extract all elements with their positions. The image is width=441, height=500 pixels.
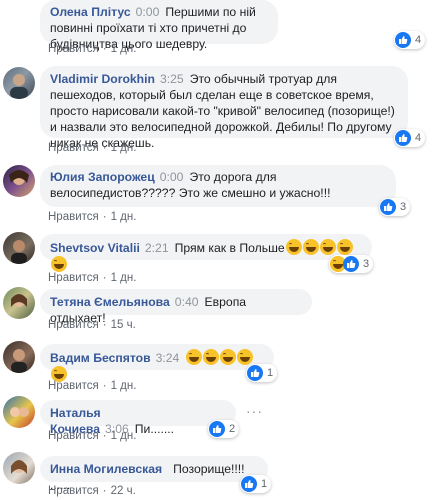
reaction-count: 4 xyxy=(415,34,422,46)
like-link[interactable]: Нравится xyxy=(48,430,99,442)
comment-bubble: Олена Плітус 0:00 Першими по ній повинні п… xyxy=(40,0,278,51)
comment-author[interactable]: Vladimir Dorokhin xyxy=(50,72,155,86)
separator-dot: · xyxy=(102,485,107,497)
reaction-summary[interactable]: 4 xyxy=(394,129,426,147)
comment-bubble: Вадим Беспятов 3:24 xyxy=(40,344,274,382)
reaction-summary[interactable]: 3 xyxy=(329,255,374,273)
laughing-emoji xyxy=(302,239,319,255)
separator-dot: · xyxy=(102,430,107,442)
reaction-count: 2 xyxy=(229,423,236,435)
comment-bubble: Юлия Запорожец 0:00 Это дорога для велосип… xyxy=(40,165,396,207)
comment-bubble: Наталья Кочиева 3:06 Пи....... xyxy=(40,400,236,436)
avatar[interactable] xyxy=(3,452,35,484)
reaction-count: 4 xyxy=(415,132,422,144)
comment-bubble: Shevtsov Vitalii 2:21 Прям как в Польше xyxy=(40,234,372,272)
separator-dot: · xyxy=(102,380,107,392)
laughing-emoji xyxy=(285,239,302,255)
comment-bubble: Тетяна Ємельянова 0:40 Европа отдыхает! xyxy=(40,289,312,325)
comment-actions: Нравится · 1 дн. xyxy=(48,430,136,442)
like-link[interactable]: Нравится xyxy=(48,485,99,497)
comment-actions: Нравится · 1 дн. xyxy=(48,272,136,284)
comment-age[interactable]: 1 дн. xyxy=(111,380,137,392)
reaction-summary[interactable]: 3 xyxy=(379,198,411,216)
separator-dot: · xyxy=(102,142,107,154)
laughing-emoji xyxy=(220,349,237,365)
reaction-count: 1 xyxy=(261,478,268,490)
like-link[interactable]: Нравится xyxy=(48,211,99,223)
like-icon xyxy=(380,199,396,215)
like-icon xyxy=(395,130,411,146)
comment-author[interactable]: Вадим Беспятов xyxy=(50,351,151,365)
laughing-emoji xyxy=(186,349,203,365)
comment-actions: Нравится · 1 дн. xyxy=(48,211,136,223)
reaction-summary[interactable]: 2 xyxy=(208,420,240,438)
like-icon xyxy=(209,421,225,437)
reaction-summary[interactable]: 1 xyxy=(240,475,272,493)
like-link[interactable]: Нравится xyxy=(48,380,99,392)
avatar[interactable] xyxy=(3,232,35,264)
laughing-emoji xyxy=(51,256,67,272)
separator-dot: · xyxy=(102,272,107,284)
comment-actions: Нравится · 15 ч. xyxy=(48,319,136,331)
comment-age[interactable]: 15 ч. xyxy=(111,319,136,331)
laughing-emoji xyxy=(319,239,336,255)
reaction-count: 3 xyxy=(400,201,407,213)
comment-age[interactable]: 1 дн. xyxy=(111,43,137,55)
comment-time[interactable]: 0:40 xyxy=(175,295,199,309)
comment-age[interactable]: 1 дн. xyxy=(111,142,137,154)
comment-age[interactable]: 1 дн. xyxy=(111,272,137,284)
comment-actions: Нравится · 1 дн. xyxy=(48,142,136,154)
like-link[interactable]: Нравится xyxy=(48,319,99,331)
like-icon xyxy=(247,365,263,381)
reaction-count: 3 xyxy=(363,258,370,270)
more-options-icon[interactable]: ··· xyxy=(246,403,263,419)
comment-time[interactable]: 3:24 xyxy=(156,351,180,365)
comment-time[interactable]: 0:00 xyxy=(160,170,184,184)
avatar[interactable] xyxy=(3,341,35,373)
like-link[interactable]: Нравится xyxy=(48,43,99,55)
like-icon xyxy=(395,32,411,48)
comment-time[interactable]: 3:25 xyxy=(160,72,184,86)
comment-actions: Нравится · 1 дн. xyxy=(48,43,136,55)
comment-author[interactable]: Юлия Запорожец xyxy=(50,170,155,184)
like-link[interactable]: Нравится xyxy=(48,142,99,154)
comment-text: Пи....... xyxy=(134,422,175,436)
comment-time[interactable]: 2:21 xyxy=(145,241,169,255)
comment-author[interactable]: Тетяна Ємельянова xyxy=(50,295,170,309)
comment-actions: Нравится · 22 ч. xyxy=(48,485,136,497)
avatar[interactable] xyxy=(3,67,35,99)
comment-time[interactable]: 0:00 xyxy=(136,5,160,19)
comment-bubble: Vladimir Dorokhin 3:25 Это обычный тротуар… xyxy=(40,66,408,150)
avatar[interactable] xyxy=(3,165,35,197)
like-icon xyxy=(241,476,257,492)
comment-author[interactable]: Инна Могилевская xyxy=(50,462,162,476)
laughing-emoji xyxy=(336,239,353,255)
comment-text: Прям как в Польше xyxy=(174,241,285,255)
avatar[interactable] xyxy=(3,287,35,319)
reaction-count: 1 xyxy=(267,367,274,379)
comment-bubble: Инна Могилевская Позорище!!!! ...... xyxy=(40,456,268,492)
separator-dot: · xyxy=(102,211,107,223)
comment-author[interactable]: Shevtsov Vitalii xyxy=(50,241,140,255)
comment-age[interactable]: 1 дн. xyxy=(111,211,137,223)
laughing-emoji xyxy=(203,349,220,365)
laughing-emoji xyxy=(237,349,254,365)
like-icon xyxy=(343,256,359,272)
comment-actions: Нравится · 1 дн. xyxy=(48,380,136,392)
separator-dot: · xyxy=(102,319,107,331)
comment-age[interactable]: 22 ч. xyxy=(111,485,136,497)
like-link[interactable]: Нравится xyxy=(48,272,99,284)
comment-age[interactable]: 1 дн. xyxy=(111,430,137,442)
reaction-summary[interactable]: 1 xyxy=(246,364,278,382)
reaction-summary[interactable]: 4 xyxy=(394,31,426,49)
comment-author[interactable]: Олена Плітус xyxy=(50,5,131,19)
avatar[interactable] xyxy=(3,396,35,428)
separator-dot: · xyxy=(102,43,107,55)
